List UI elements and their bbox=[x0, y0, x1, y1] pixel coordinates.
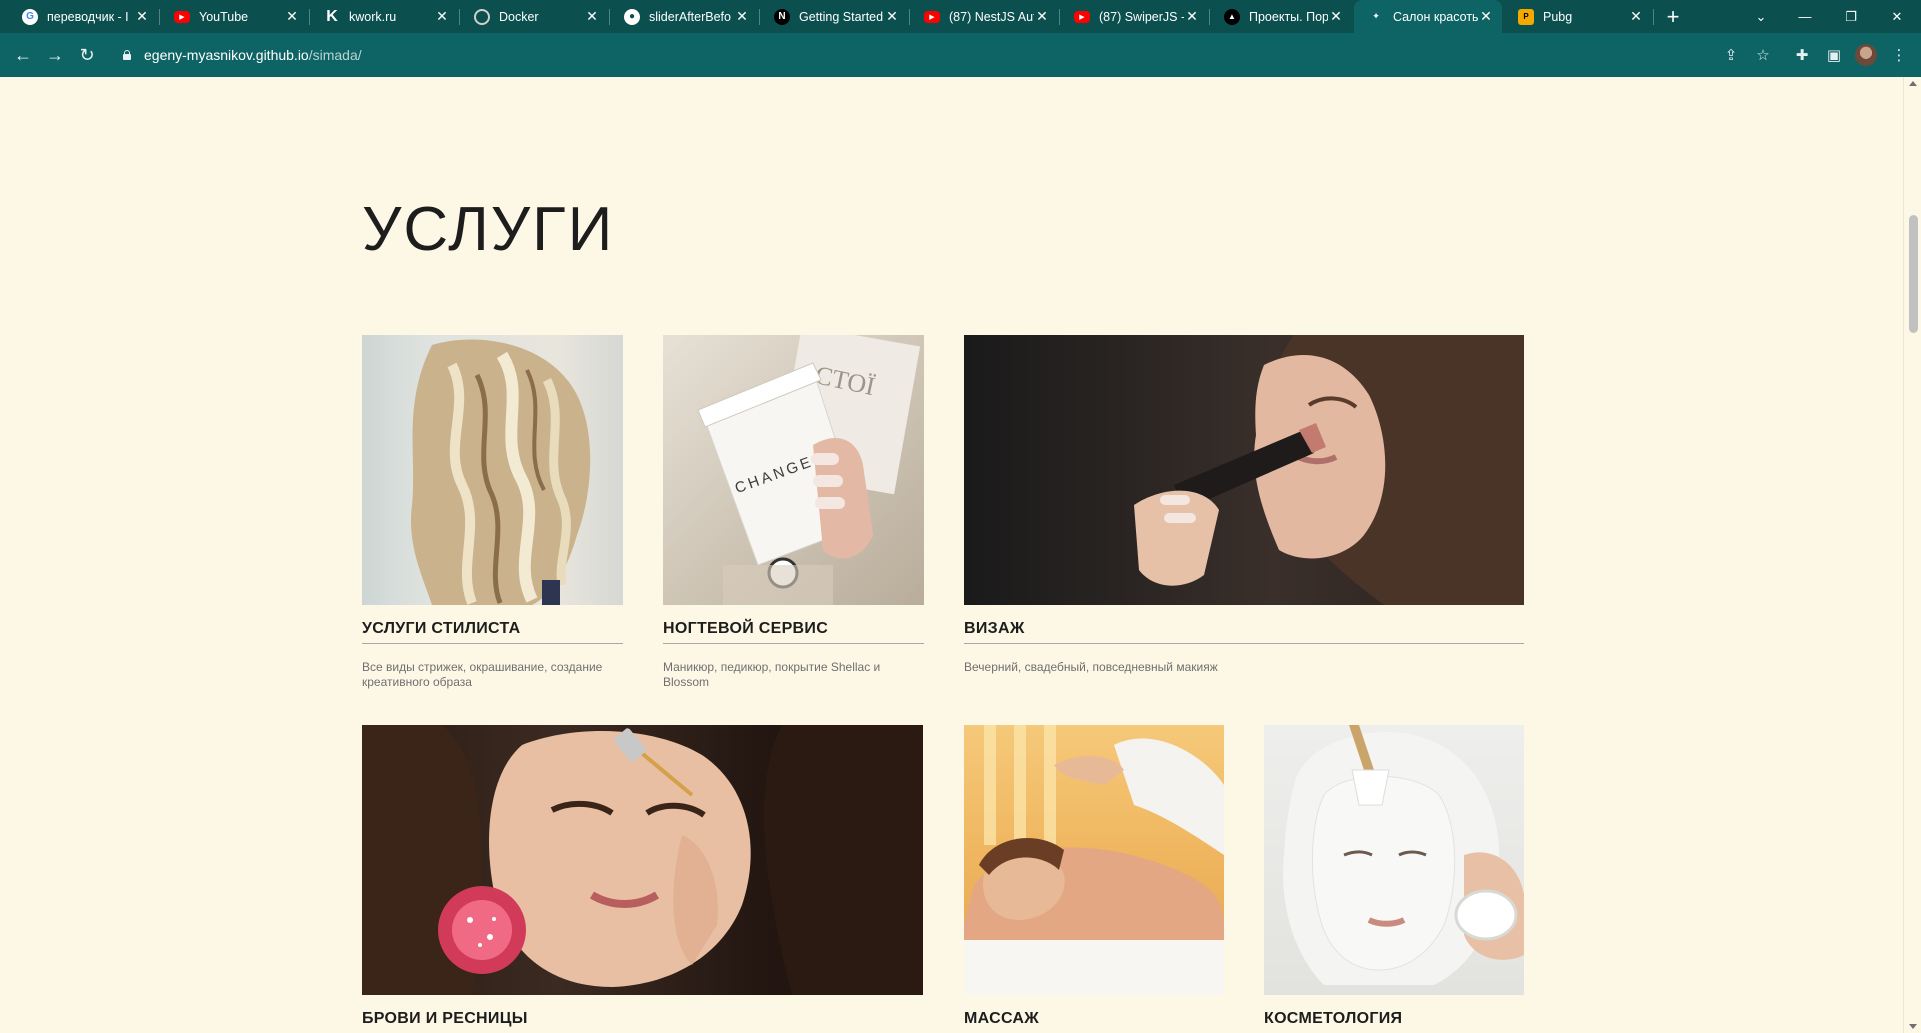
browser-toolbar: ← → ↻ egeny-myasnikov.github.io/simada/ … bbox=[0, 33, 1921, 77]
tab-label: (87) NestJS Aut bbox=[949, 9, 1034, 24]
service-card-nails[interactable]: СТОЇ CHANGE НОГТЕВОЙ СЕРВИС Маникюр, пед… bbox=[663, 335, 924, 690]
close-icon[interactable]: ✕ bbox=[1184, 8, 1200, 25]
page-title: УСЛУГИ bbox=[362, 195, 615, 264]
kwork-icon: K bbox=[326, 7, 338, 25]
url-host: egeny-myasnikov.github.io bbox=[144, 47, 309, 63]
lock-icon bbox=[122, 50, 132, 60]
service-description: Все виды стрижек, окрашивание, создание … bbox=[362, 660, 603, 689]
manicure-coffee-cup-photo: СТОЇ CHANGE bbox=[663, 335, 924, 605]
close-icon[interactable]: ✕ bbox=[1628, 8, 1644, 25]
tab-label: Салон красоты bbox=[1393, 9, 1478, 24]
coffee-cup-illustration: СТОЇ CHANGE bbox=[697, 335, 921, 605]
triangle-icon: ▲ bbox=[1224, 8, 1240, 25]
close-window-button[interactable]: ✕ bbox=[1874, 0, 1920, 33]
brows-lashes-photo bbox=[362, 725, 923, 995]
service-description: Маникюр, педикюр, покрытие Shellac и Blo… bbox=[663, 660, 881, 689]
tab-projects[interactable]: ▲ Проекты. Порт ✕ bbox=[1210, 0, 1352, 33]
scrollbar-thumb[interactable] bbox=[1909, 215, 1918, 333]
scroll-down-arrow[interactable] bbox=[1909, 1024, 1917, 1029]
tab-label: Pubg bbox=[1543, 9, 1573, 24]
new-tab-button[interactable]: + bbox=[1660, 4, 1686, 30]
service-card-visage[interactable]: ВИЗАЖ Вечерний, свадебный, повседневный … bbox=[964, 335, 1524, 675]
close-icon[interactable]: ✕ bbox=[1478, 8, 1494, 25]
service-card-massage[interactable]: МАССАЖ bbox=[964, 725, 1224, 1033]
wavy-blonde-hair-photo bbox=[362, 335, 623, 605]
service-card-cosmetology[interactable]: КОСМЕТОЛОГИЯ bbox=[1264, 725, 1524, 1033]
pubg-icon: P bbox=[1518, 8, 1534, 25]
close-icon[interactable]: ✕ bbox=[134, 8, 150, 25]
tab-search-button[interactable]: ⌄ bbox=[1738, 0, 1784, 33]
tab-strip: G переводчик - I ✕ ▶ YouTube ✕ K kwork.r… bbox=[0, 0, 1921, 33]
service-title: ВИЗАЖ bbox=[964, 620, 1524, 644]
close-icon[interactable]: ✕ bbox=[434, 8, 450, 25]
makeup-illustration bbox=[1134, 335, 1524, 605]
youtube-icon: ▶ bbox=[174, 10, 190, 23]
github-icon: ● bbox=[624, 8, 640, 25]
tab-label: переводчик - I bbox=[47, 9, 129, 24]
service-description: Вечерний, свадебный, повседневный макияж bbox=[964, 660, 1218, 674]
tab-nestjs-video[interactable]: ▶ (87) NestJS Aut ✕ bbox=[910, 0, 1058, 33]
close-icon[interactable]: ✕ bbox=[584, 8, 600, 25]
close-icon[interactable]: ✕ bbox=[284, 8, 300, 25]
profile-avatar[interactable] bbox=[1855, 44, 1877, 66]
tab-label: YouTube bbox=[199, 9, 249, 24]
tab-nestjs[interactable]: N Getting Started ✕ bbox=[760, 0, 908, 33]
close-icon[interactable]: ✕ bbox=[1034, 8, 1050, 25]
close-icon[interactable]: ✕ bbox=[884, 8, 900, 25]
service-title: МАССАЖ bbox=[964, 1010, 1040, 1027]
salon-icon: ✦ bbox=[1372, 11, 1380, 21]
menu-icon[interactable]: ⋮ bbox=[1888, 44, 1910, 66]
url-path: /simada/ bbox=[308, 47, 362, 63]
facial-mask-photo bbox=[1264, 725, 1524, 995]
page-viewport: УСЛУГИ УСЛУГИ СТИЛИСТА Все виды стрижек,… bbox=[0, 77, 1903, 1033]
tab-docker[interactable]: Docker ✕ bbox=[460, 0, 608, 33]
close-icon[interactable]: ✕ bbox=[1328, 8, 1344, 25]
google-icon: G bbox=[22, 8, 38, 25]
side-panel-icon[interactable]: ▣ bbox=[1823, 44, 1845, 66]
service-title: БРОВИ И РЕСНИЦЫ bbox=[362, 1010, 528, 1027]
extensions-icon[interactable]: ✚ bbox=[1791, 44, 1813, 66]
tab-label: Getting Started bbox=[799, 9, 884, 24]
youtube-icon: ▶ bbox=[924, 10, 940, 23]
service-title: НОГТЕВОЙ СЕРВИС bbox=[663, 620, 924, 644]
back-button[interactable]: ← bbox=[10, 42, 36, 68]
reload-button[interactable]: ↻ bbox=[74, 42, 100, 68]
massage-photo bbox=[964, 725, 1224, 995]
tab-youtube[interactable]: ▶ YouTube ✕ bbox=[160, 0, 308, 33]
tab-salon[interactable]: ✦ Салон красоты ✕ bbox=[1354, 0, 1502, 33]
tab-label: Проекты. Порт bbox=[1249, 9, 1328, 24]
tab-translator[interactable]: G переводчик - I ✕ bbox=[8, 0, 158, 33]
address-bar[interactable]: egeny-myasnikov.github.io/simada/ bbox=[110, 38, 1760, 72]
tab-pubg[interactable]: P Pubg ✕ bbox=[1504, 0, 1652, 33]
minimize-button[interactable]: — bbox=[1782, 0, 1828, 33]
service-card-stylist[interactable]: УСЛУГИ СТИЛИСТА Все виды стрижек, окраши… bbox=[362, 335, 623, 690]
tab-label: sliderAfterBefo bbox=[649, 9, 731, 24]
bookmark-star-icon[interactable]: ☆ bbox=[1752, 44, 1774, 66]
hair-illustration bbox=[411, 339, 591, 605]
facial-illustration bbox=[1283, 725, 1524, 985]
share-icon[interactable]: ⇪ bbox=[1720, 44, 1742, 66]
service-title: КОСМЕТОЛОГИЯ bbox=[1264, 1010, 1403, 1027]
tab-github[interactable]: ● sliderAfterBefo ✕ bbox=[610, 0, 758, 33]
globe-icon bbox=[474, 8, 490, 25]
tab-swiper-video[interactable]: ▶ (87) SwiperJS - ✕ bbox=[1060, 0, 1208, 33]
massage-illustration bbox=[964, 725, 1224, 995]
tab-label: kwork.ru bbox=[349, 9, 397, 24]
close-icon[interactable]: ✕ bbox=[734, 8, 750, 25]
scroll-up-arrow[interactable] bbox=[1909, 81, 1917, 86]
nestjs-icon: N bbox=[774, 8, 790, 25]
service-title: УСЛУГИ СТИЛИСТА bbox=[362, 620, 623, 644]
restore-button[interactable]: ❐ bbox=[1828, 0, 1874, 33]
youtube-icon: ▶ bbox=[1074, 10, 1090, 23]
tab-label: Docker bbox=[499, 9, 539, 24]
service-card-brows[interactable]: БРОВИ И РЕСНИЦЫ bbox=[362, 725, 923, 1033]
forward-button[interactable]: → bbox=[42, 42, 68, 68]
lipstick-makeup-photo bbox=[964, 335, 1524, 605]
url-text: egeny-myasnikov.github.io/simada/ bbox=[144, 47, 362, 63]
brows-illustration bbox=[362, 725, 923, 995]
page-scrollbar[interactable] bbox=[1903, 77, 1921, 1033]
tab-kwork[interactable]: K kwork.ru ✕ bbox=[310, 0, 458, 33]
tab-label: (87) SwiperJS - bbox=[1099, 9, 1184, 24]
